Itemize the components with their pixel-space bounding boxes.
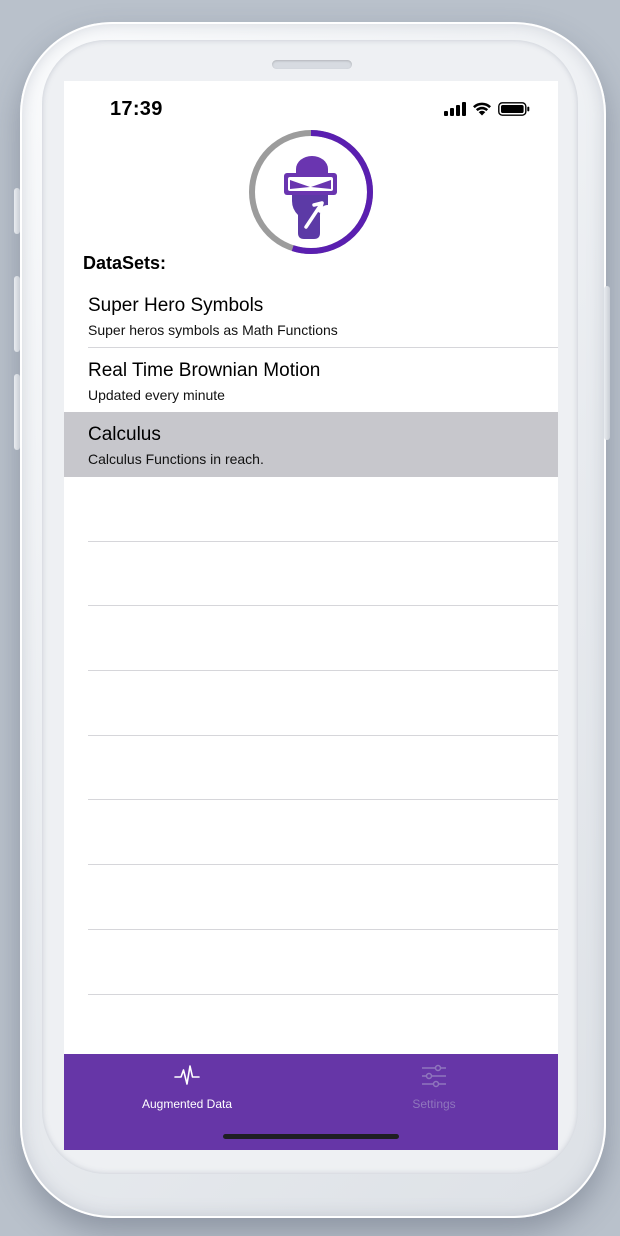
datasets-section-label: DataSets: — [83, 253, 167, 273]
dataset-title: Real Time Brownian Motion — [88, 359, 321, 381]
tab-settings[interactable]: Settings — [354, 1064, 514, 1111]
battery-icon — [498, 101, 530, 121]
dataset-subtitle: Super heros symbols as Math Functions — [88, 322, 338, 338]
home-indicator[interactable] — [223, 1134, 399, 1139]
power-button — [604, 286, 610, 440]
ringer-switch — [14, 188, 20, 234]
dataset-title: Calculus — [88, 424, 161, 445]
earpiece-speaker — [272, 60, 352, 69]
empty-row — [64, 542, 558, 607]
volume-up-button — [14, 276, 20, 352]
empty-row — [64, 930, 558, 995]
superhero-mask-logo-icon — [249, 130, 373, 254]
sliders-icon — [421, 1064, 447, 1092]
empty-list-rows — [64, 477, 558, 995]
empty-row — [64, 671, 558, 736]
dataset-subtitle: Updated every minute — [88, 386, 225, 403]
wifi-icon — [472, 101, 492, 121]
tab-label: Augmented Data — [141, 1097, 233, 1111]
status-time: 17:39 — [110, 98, 163, 120]
dataset-row-calculus[interactable]: Calculus Calculus Functions in reach. — [64, 412, 558, 477]
dataset-row-super-hero-symbols[interactable]: Super Hero Symbols Super heros symbols a… — [64, 283, 558, 348]
datasets-list: Super Hero Symbols Super heros symbols a… — [64, 283, 558, 477]
empty-row — [64, 800, 558, 866]
empty-row — [64, 606, 558, 672]
tab-label: Settings — [412, 1097, 456, 1111]
tab-augmented-data[interactable]: Augmented Data — [107, 1064, 267, 1111]
volume-down-button — [14, 374, 20, 450]
app-logo — [248, 129, 374, 255]
dataset-title: Super Hero Symbols — [88, 295, 264, 316]
empty-row — [64, 477, 558, 542]
status-bar: 17:39 — [64, 81, 558, 131]
empty-row — [64, 736, 558, 801]
cellular-signal-icon — [444, 101, 466, 121]
row-separator — [88, 993, 558, 995]
pulse-waveform-icon — [174, 1065, 200, 1092]
status-icons — [444, 101, 530, 121]
dataset-subtitle: Calculus Functions in reach. — [88, 451, 264, 467]
tab-bar: Augmented Data Settings — [64, 1054, 558, 1150]
app-screen: 17:39 DataSets: Super Hero Symbols Super… — [64, 81, 558, 1150]
dataset-row-brownian-motion[interactable]: Real Time Brownian Motion Updated every … — [64, 348, 558, 413]
empty-row — [64, 865, 558, 930]
